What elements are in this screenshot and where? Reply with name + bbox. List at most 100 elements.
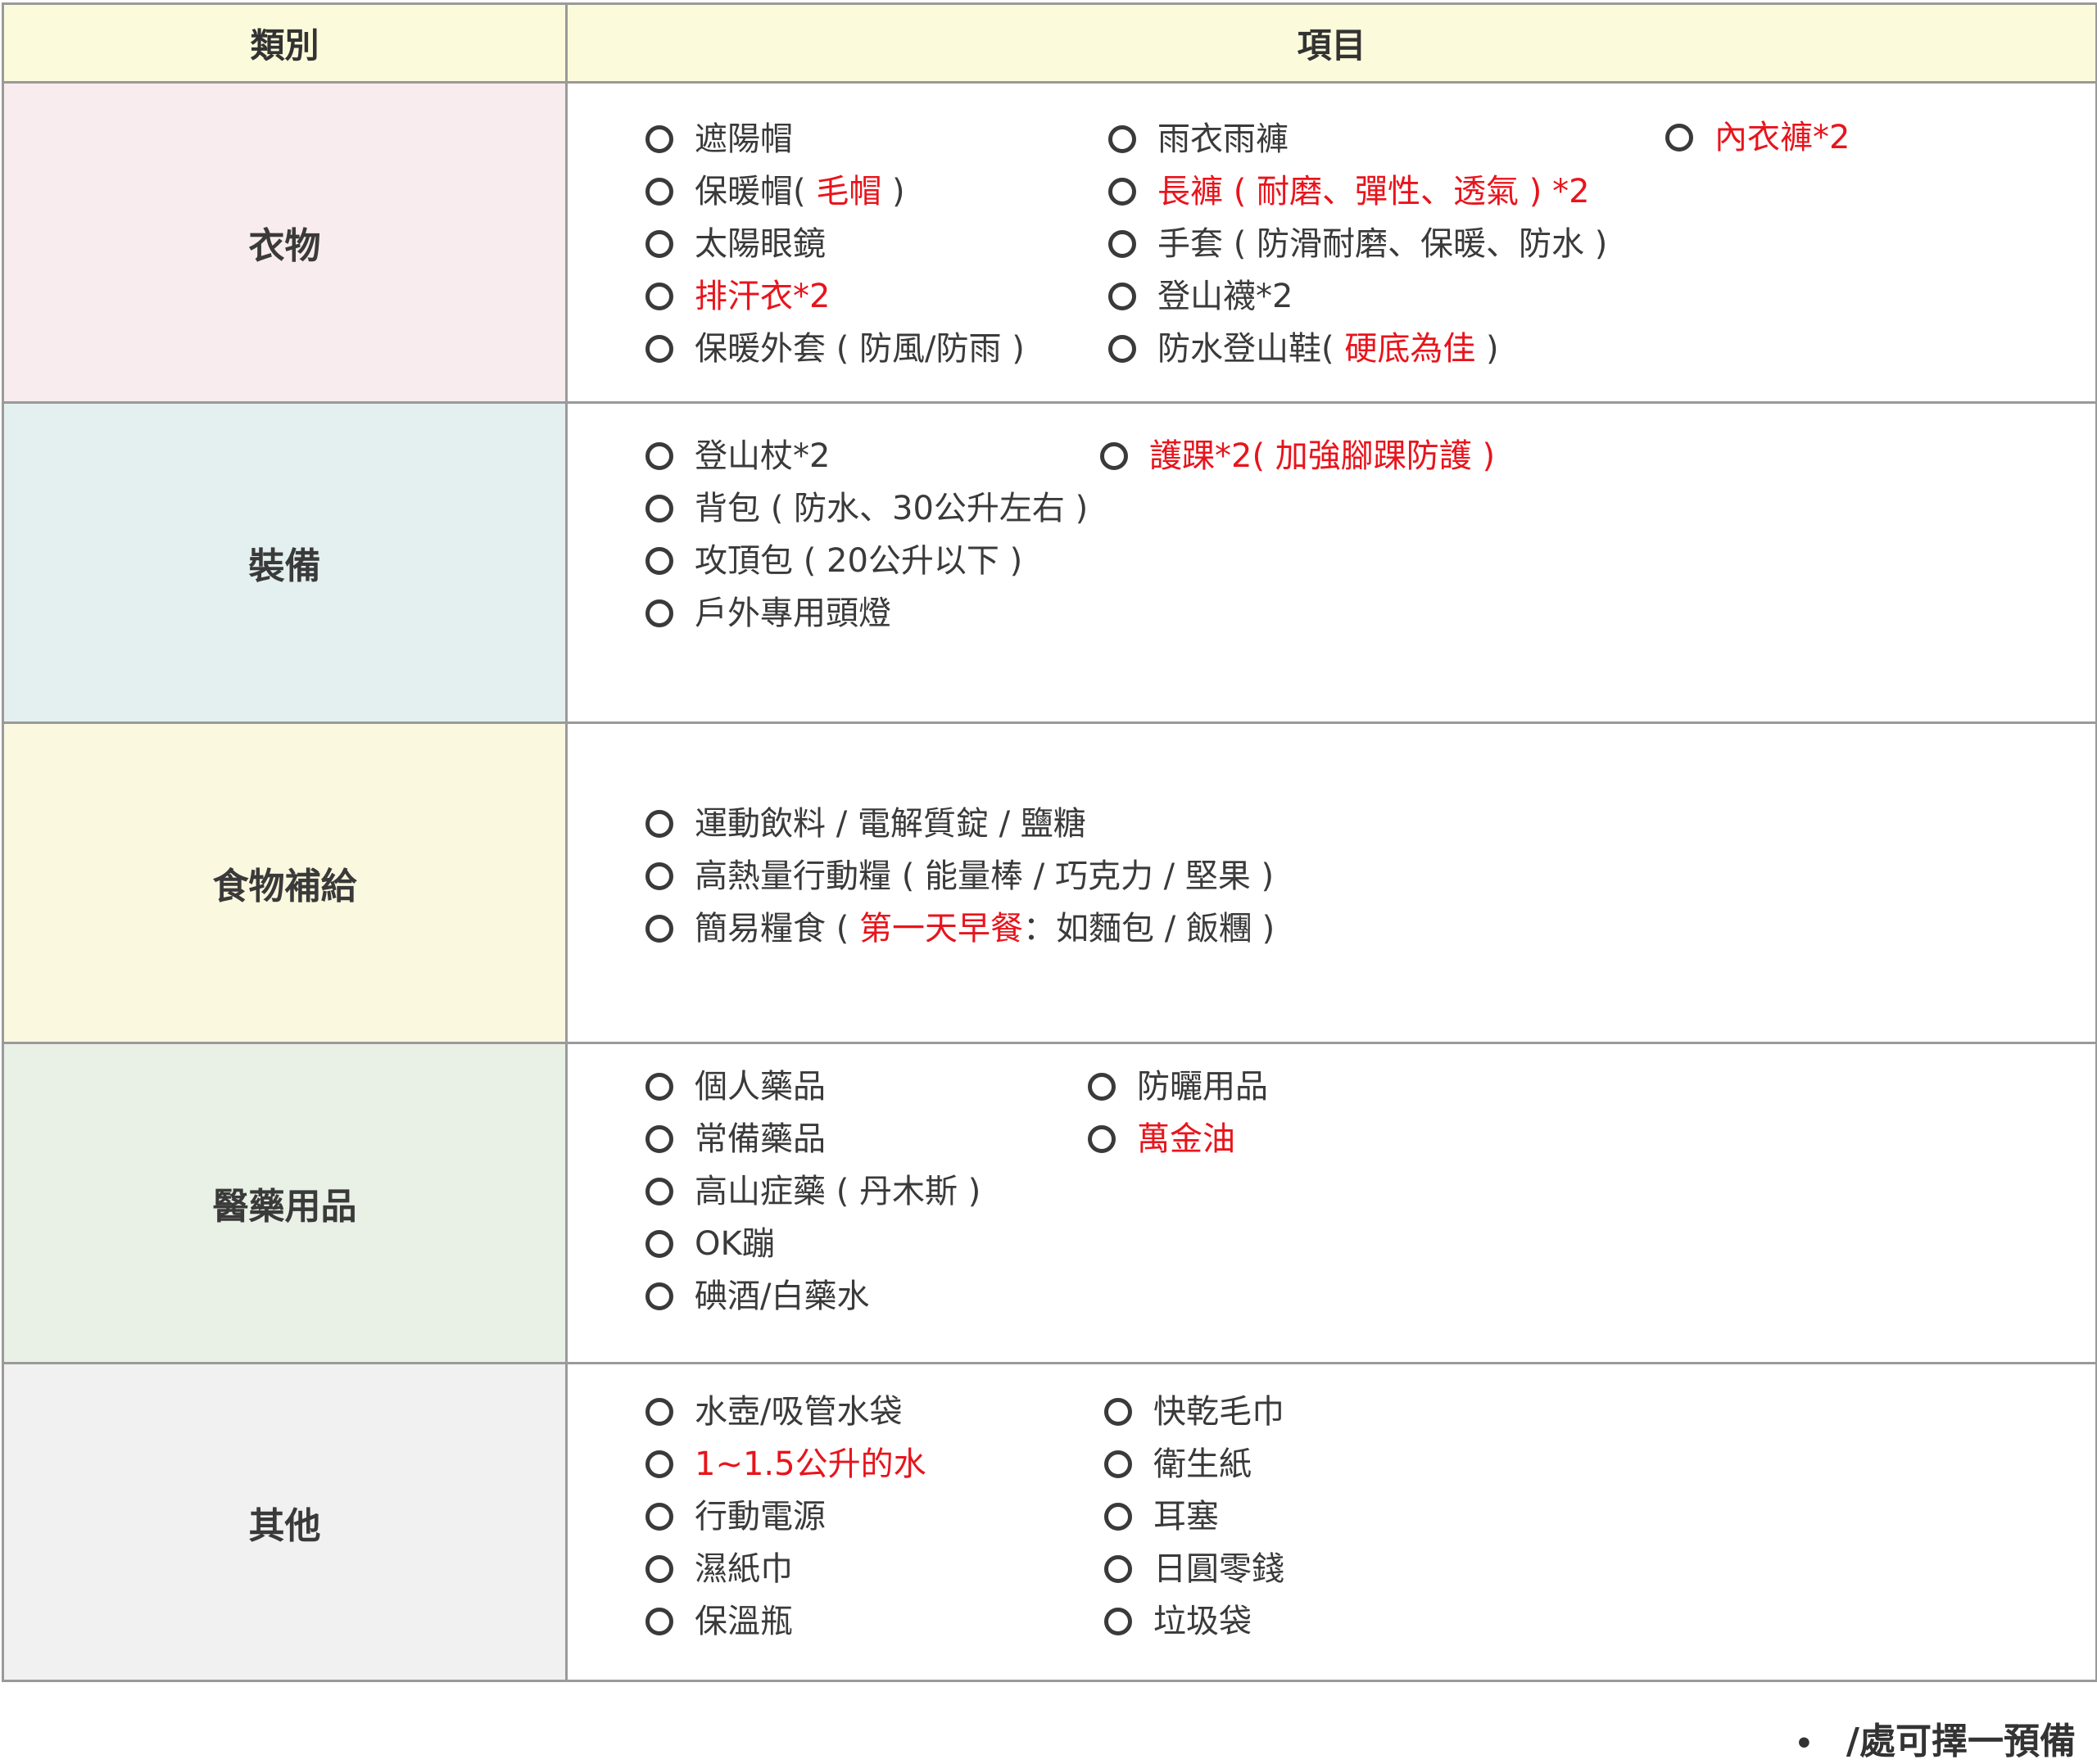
checklist-item[interactable]: 水壺/吸管水袋: [645, 1386, 926, 1438]
category-cell: 裝備: [2, 401, 568, 724]
checkbox-circle-icon[interactable]: [1108, 178, 1136, 206]
checklist-item[interactable]: 濕紙巾: [645, 1543, 926, 1595]
checklist-item[interactable]: 衛生紙: [1104, 1438, 1284, 1490]
checklist-item-label: 垃圾袋: [1153, 1595, 1252, 1648]
table-row: 衣物 遮陽帽 保暖帽( 毛帽 ) 太陽眼鏡 排汗衣*2 保暖外套 ( 防風/防雨 ) 雨衣雨…: [2, 81, 2097, 404]
checklist-item-label: 防水登山鞋( 硬底為佳 ): [1157, 323, 1499, 375]
checklist-item[interactable]: 高山症藥 ( 丹木斯 ): [645, 1165, 981, 1218]
checklist-item[interactable]: 戶外專用頭燈: [645, 587, 1088, 640]
checklist-item[interactable]: 防曬用品: [1088, 1061, 1268, 1113]
checkbox-circle-icon[interactable]: [645, 915, 673, 943]
checkbox-circle-icon[interactable]: [645, 1555, 673, 1583]
checklist-item[interactable]: 排汗衣*2: [645, 270, 1025, 323]
item-text: 耳塞: [1153, 1498, 1219, 1536]
checkbox-circle-icon[interactable]: [1665, 124, 1693, 152]
item-text: 防曬用品: [1137, 1068, 1268, 1106]
checkbox-circle-icon[interactable]: [645, 1398, 673, 1426]
checklist-item[interactable]: 耳塞: [1104, 1490, 1284, 1543]
checklist-item[interactable]: 登山襪*2: [1108, 270, 1607, 323]
checkbox-circle-icon[interactable]: [645, 1178, 673, 1205]
item-text: 遮陽帽: [695, 120, 793, 158]
checkbox-circle-icon[interactable]: [1108, 230, 1136, 258]
checkbox-circle-icon[interactable]: [1108, 283, 1136, 310]
item-text: 防水登山鞋(: [1157, 330, 1345, 368]
item-text: 保暖外套 ( 防風/防雨 ): [695, 330, 1025, 368]
checkbox-circle-icon[interactable]: [645, 495, 673, 522]
checkbox-circle-icon[interactable]: [1108, 335, 1136, 363]
checkbox-circle-icon[interactable]: [645, 283, 673, 310]
checkbox-circle-icon[interactable]: [645, 230, 673, 258]
checklist-item[interactable]: 日圓零錢: [1104, 1543, 1284, 1595]
checklist-item[interactable]: 萬金油: [1088, 1113, 1268, 1165]
item-text: 碘酒/白藥水: [695, 1278, 870, 1315]
item-text: 保暖帽(: [695, 173, 817, 210]
checklist-item[interactable]: 行動電源: [645, 1490, 926, 1543]
checkbox-circle-icon[interactable]: [645, 862, 673, 890]
checkbox-circle-icon[interactable]: [645, 1073, 673, 1101]
checklist-item[interactable]: 攻頂包 ( 20公升以下 ): [645, 535, 1088, 587]
checkbox-circle-icon[interactable]: [645, 125, 673, 153]
checklist-item[interactable]: 雨衣雨褲: [1108, 113, 1607, 165]
checkbox-circle-icon[interactable]: [645, 810, 673, 838]
checklist-item[interactable]: 1~1.5公升的水: [645, 1438, 926, 1490]
checkbox-circle-icon[interactable]: [1088, 1125, 1116, 1153]
table-row: 裝備 登山杖*2 背包 ( 防水、30公升左右 ) 攻頂包 ( 20公升以下 ) 戶外專…: [2, 401, 2097, 724]
checkbox-circle-icon[interactable]: [645, 442, 673, 470]
checklist-item[interactable]: 內衣褲*2: [1665, 111, 1850, 164]
checklist-item[interactable]: 太陽眼鏡: [645, 218, 1025, 270]
checkbox-circle-icon[interactable]: [1100, 442, 1128, 470]
checkbox-circle-icon[interactable]: [645, 178, 673, 206]
checklist-item-label: 遮陽帽: [695, 113, 793, 165]
checklist-item-label: 高熱量行動糧 ( 能量棒 / 巧克力 / 堅果 ): [695, 850, 1274, 902]
checklist-item[interactable]: 防水登山鞋( 硬底為佳 ): [1108, 323, 1607, 375]
checklist-item-label: 碘酒/白藥水: [695, 1270, 869, 1323]
checklist-item[interactable]: 常備藥品: [645, 1113, 981, 1165]
checklist-item[interactable]: 遮陽帽: [645, 113, 1025, 165]
checkbox-circle-icon[interactable]: [645, 599, 673, 627]
checklist-item-label: OK蹦: [695, 1218, 775, 1270]
checklist-item[interactable]: OK蹦: [645, 1218, 981, 1270]
checklist-item[interactable]: 登山杖*2: [645, 430, 1088, 482]
checkbox-circle-icon[interactable]: [645, 1450, 673, 1478]
checkbox-circle-icon[interactable]: [1104, 1450, 1132, 1478]
checkbox-circle-icon[interactable]: [645, 1608, 673, 1635]
highlighted-text: 排汗衣*2: [695, 278, 831, 315]
checklist-item[interactable]: 快乾毛巾: [1104, 1386, 1284, 1438]
item-column: 遮陽帽保暖帽( 毛帽 ) 太陽眼鏡排汗衣*2 保暖外套 ( 防風/防雨 ): [645, 113, 1025, 375]
highlighted-text: 毛帽: [816, 173, 882, 210]
checklist-item[interactable]: 個人藥品: [645, 1061, 981, 1113]
checkbox-circle-icon[interactable]: [645, 335, 673, 363]
checklist-item-label: 快乾毛巾: [1153, 1386, 1284, 1438]
checkbox-circle-icon[interactable]: [1104, 1398, 1132, 1426]
checkbox-circle-icon[interactable]: [645, 1125, 673, 1153]
checklist-item-label: 簡易糧食 ( 第一天早餐：如麵包 / 飯糰 ): [695, 902, 1275, 955]
checklist-item[interactable]: 保暖外套 ( 防風/防雨 ): [645, 323, 1025, 375]
checklist-item[interactable]: 高熱量行動糧 ( 能量棒 / 巧克力 / 堅果 ): [645, 850, 1275, 902]
checklist-item[interactable]: 簡易糧食 ( 第一天早餐：如麵包 / 飯糰 ): [645, 902, 1275, 955]
items-cell: 遮陽帽保暖帽( 毛帽 ) 太陽眼鏡排汗衣*2 保暖外套 ( 防風/防雨 ) 雨衣雨褲長…: [565, 81, 2097, 404]
checklist-item[interactable]: 手套 ( 防滑耐磨、保暖、防水 ): [1108, 218, 1607, 270]
checklist-item[interactable]: 護踝*2( 加強腳踝防護 ): [1100, 430, 1495, 482]
checklist-item[interactable]: 運動飲料 / 電解質錠 / 鹽糖: [645, 798, 1275, 850]
checkbox-circle-icon[interactable]: [645, 547, 673, 575]
checklist-item[interactable]: 碘酒/白藥水: [645, 1270, 981, 1323]
checkbox-circle-icon[interactable]: [1104, 1503, 1132, 1531]
checklist-item[interactable]: 保溫瓶: [645, 1595, 926, 1648]
header-items: 項目: [565, 2, 2097, 84]
checklist-item[interactable]: 背包 ( 防水、30公升左右 ): [645, 482, 1088, 535]
checkbox-circle-icon[interactable]: [645, 1503, 673, 1531]
highlighted-text: 護踝*2( 加強腳踝防護 ): [1149, 437, 1496, 475]
checklist-item[interactable]: 保暖帽( 毛帽 ): [645, 165, 1025, 218]
checkbox-circle-icon[interactable]: [645, 1230, 673, 1258]
category-cell: 食物補給: [2, 721, 568, 1044]
checkbox-circle-icon[interactable]: [645, 1282, 673, 1310]
item-text: 高熱量行動糧 ( 能量棒 / 巧克力 / 堅果 ): [695, 857, 1275, 895]
checkbox-circle-icon[interactable]: [1108, 125, 1136, 153]
checklist-item-label: 保暖外套 ( 防風/防雨 ): [695, 323, 1025, 375]
checklist-item[interactable]: 長褲 ( 耐磨、彈性、透氣 ) *2: [1108, 165, 1607, 218]
checklist-item[interactable]: 垃圾袋: [1104, 1595, 1284, 1648]
checkbox-circle-icon[interactable]: [1104, 1608, 1132, 1635]
checkbox-circle-icon[interactable]: [1088, 1073, 1116, 1101]
table-row: 食物補給 運動飲料 / 電解質錠 / 鹽糖高熱量行動糧 ( 能量棒 / 巧克力 …: [2, 721, 2097, 1044]
checkbox-circle-icon[interactable]: [1104, 1555, 1132, 1583]
